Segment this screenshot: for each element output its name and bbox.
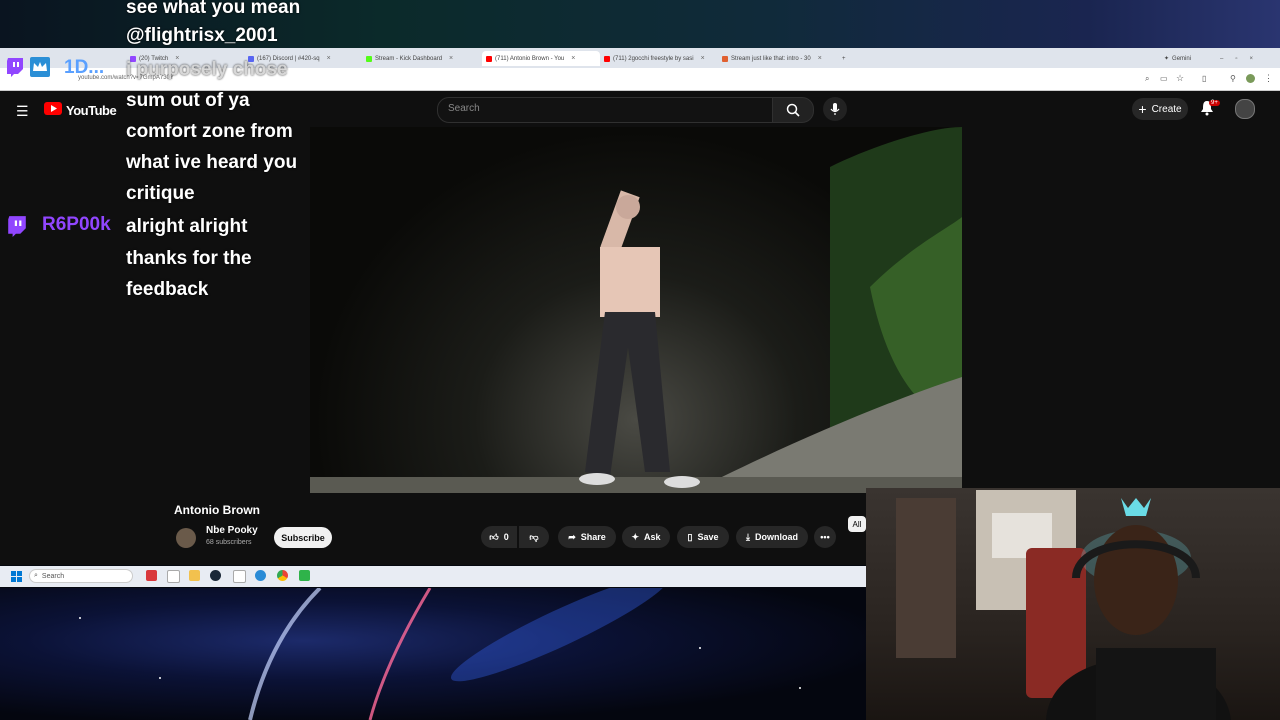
- gemini-icon: ✦: [1164, 56, 1170, 62]
- account-avatar[interactable]: [1235, 99, 1255, 119]
- crown-badge-icon: [30, 57, 50, 77]
- browser-tab[interactable]: Stream just like that: intro - 30 ×: [722, 51, 834, 66]
- chat-message: critique: [126, 183, 195, 204]
- youtube-favicon-icon: [604, 55, 610, 62]
- window-controls: – ▫ ×: [1220, 51, 1275, 66]
- chat-message: i purposely chose: [126, 59, 288, 80]
- sidebar-icon[interactable]: ▯: [1202, 74, 1206, 83]
- file-explorer-icon[interactable]: [189, 570, 200, 581]
- app-icon[interactable]: [146, 570, 157, 581]
- chip-all[interactable]: All: [848, 516, 866, 532]
- chat-username: R6P00k: [42, 214, 111, 235]
- browser-tab[interactable]: (711) 2gocchi freestyle by sasi ×: [604, 51, 716, 66]
- thumbs-down-icon: 👎︎: [529, 531, 539, 542]
- chat-username: 1D...: [64, 57, 105, 78]
- more-dots-icon: •••: [820, 532, 830, 542]
- channel-name[interactable]: Nbe Pooky: [206, 525, 258, 536]
- channel-avatar[interactable]: [176, 528, 196, 548]
- close-window-icon[interactable]: ×: [1249, 56, 1253, 62]
- app-icon[interactable]: [167, 570, 180, 583]
- bookmark-star-icon[interactable]: ☆: [1176, 73, 1184, 84]
- download-button[interactable]: ⤓ Download: [736, 526, 808, 548]
- twitch-icon: [8, 216, 26, 237]
- close-tab-icon[interactable]: ×: [818, 55, 822, 62]
- more-actions-button[interactable]: •••: [814, 526, 836, 548]
- sparkle-icon: ✦: [631, 531, 640, 542]
- zoom-icon[interactable]: ⌕: [1145, 74, 1149, 84]
- chrome-icon[interactable]: [277, 570, 288, 581]
- search-input[interactable]: [437, 97, 774, 123]
- browser-menu-icon[interactable]: ⋮: [1264, 73, 1273, 84]
- notification-count-badge: 9+: [1209, 100, 1220, 106]
- chat-message: what ive heard you: [126, 152, 298, 173]
- maximize-icon[interactable]: ▫: [1235, 56, 1237, 62]
- dislike-button[interactable]: 👎︎: [519, 526, 549, 548]
- browser-tab[interactable]: Stream - Kick Dashboard ×: [366, 51, 478, 66]
- microphone-icon: [830, 103, 840, 115]
- download-icon: ⤓: [746, 531, 750, 542]
- minimize-icon[interactable]: –: [1220, 56, 1223, 62]
- close-tab-icon[interactable]: ×: [449, 55, 453, 62]
- search-icon: [786, 103, 800, 117]
- browser-tab-active[interactable]: (711) Antonio Brown - You ×: [482, 51, 600, 66]
- ask-button[interactable]: ✦ Ask: [622, 526, 670, 548]
- cast-icon[interactable]: ▭: [1160, 74, 1168, 83]
- stream-chat-overlay: see what you mean @flightrisx_2001 i pur…: [0, 0, 320, 310]
- app-icon[interactable]: [299, 570, 310, 581]
- extensions-icon[interactable]: ⚲: [1230, 74, 1236, 83]
- search-icon: ⌕: [34, 572, 38, 579]
- steam-icon[interactable]: [210, 570, 221, 581]
- taskbar-search[interactable]: ⌕ Search: [29, 569, 133, 583]
- new-tab-button[interactable]: +: [842, 51, 852, 66]
- search-placeholder: Search: [448, 103, 480, 114]
- subscriber-count: 68 subscribers: [206, 539, 252, 546]
- profile-avatar-icon[interactable]: [1246, 74, 1255, 83]
- video-player[interactable]: [310, 127, 962, 493]
- chat-message: comfort zone from: [126, 121, 293, 142]
- close-tab-icon[interactable]: ×: [327, 55, 331, 62]
- bookmark-icon: ▯: [687, 531, 693, 542]
- like-button[interactable]: 👍︎ 0: [481, 526, 517, 548]
- chat-message: sum out of ya: [126, 90, 250, 111]
- chat-message: feedback: [126, 279, 209, 300]
- kick-favicon-icon: [366, 55, 372, 62]
- chat-message: alright alright: [126, 216, 248, 237]
- save-button[interactable]: ▯ Save: [677, 526, 729, 548]
- gemini-button[interactable]: ✦ Gemini: [1164, 51, 1204, 66]
- youtube-favicon-icon: [486, 55, 492, 62]
- windows-start-icon[interactable]: [11, 571, 22, 582]
- notepad-icon[interactable]: [233, 570, 246, 583]
- chat-message: @flightrisx_2001: [126, 25, 278, 46]
- search-button[interactable]: [772, 97, 814, 123]
- video-title: Antonio Brown: [174, 503, 260, 517]
- plus-icon: +: [1138, 101, 1147, 117]
- stream-favicon-icon: [722, 55, 728, 62]
- create-button[interactable]: + Create: [1132, 98, 1188, 120]
- close-tab-icon[interactable]: ×: [701, 55, 705, 62]
- space-background-bottom: [0, 588, 866, 720]
- edge-icon[interactable]: [255, 570, 266, 581]
- share-button[interactable]: ➦ Share: [558, 526, 616, 548]
- subscribe-button[interactable]: Subscribe: [274, 527, 332, 548]
- thumbs-up-icon: 👍︎: [489, 531, 499, 542]
- share-arrow-icon: ➦: [568, 531, 576, 542]
- voice-search-button[interactable]: [823, 97, 847, 121]
- chat-message: thanks for the: [126, 248, 252, 269]
- twitch-icon: [7, 58, 23, 77]
- close-tab-icon[interactable]: ×: [571, 55, 575, 62]
- video-metadata: [0, 493, 866, 565]
- webcam-feed: [866, 488, 1280, 720]
